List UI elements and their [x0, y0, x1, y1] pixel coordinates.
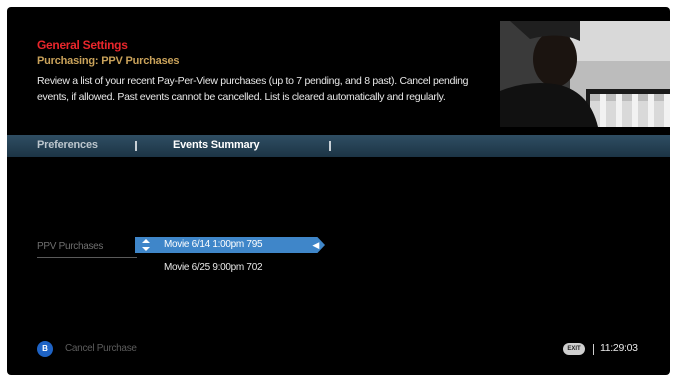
tab-divider [135, 141, 137, 151]
section-underline [37, 257, 137, 258]
chevron-left-icon: ◀ [312, 240, 319, 250]
page-description: Review a list of your recent Pay-Per-Vie… [37, 75, 469, 103]
tab-preferences[interactable]: Preferences [37, 139, 98, 151]
live-tv-preview [500, 21, 670, 127]
tab-events-summary[interactable]: Events Summary [173, 139, 260, 151]
tv-screen: General Settings Purchasing: PPV Purchas… [7, 7, 670, 375]
tab-divider [329, 141, 331, 151]
purchase-item-text: Movie 6/14 1:00pm 795 [164, 239, 263, 250]
clock-divider [593, 344, 594, 355]
page-subtitle: Purchasing: PPV Purchases [37, 55, 180, 67]
cancel-purchase-label: Cancel Purchase [65, 343, 137, 354]
ppv-purchases-label: PPV Purchases [37, 241, 104, 252]
clock: 11:29:03 [600, 342, 638, 354]
exit-button-icon[interactable]: EXIT [563, 343, 585, 355]
page-title: General Settings [37, 38, 128, 52]
b-button-icon: B [37, 341, 53, 357]
ppv-purchase-item[interactable]: Movie 6/25 9:00pm 702 [135, 260, 325, 276]
scroll-arrows-icon [142, 239, 150, 251]
tab-bar: Preferences Events Summary [7, 135, 670, 157]
purchase-item-text: Movie 6/25 9:00pm 702 [164, 262, 263, 273]
video-frame-image [500, 21, 670, 127]
ppv-purchase-item-selected[interactable]: Movie 6/14 1:00pm 795 ◀ [135, 237, 325, 253]
